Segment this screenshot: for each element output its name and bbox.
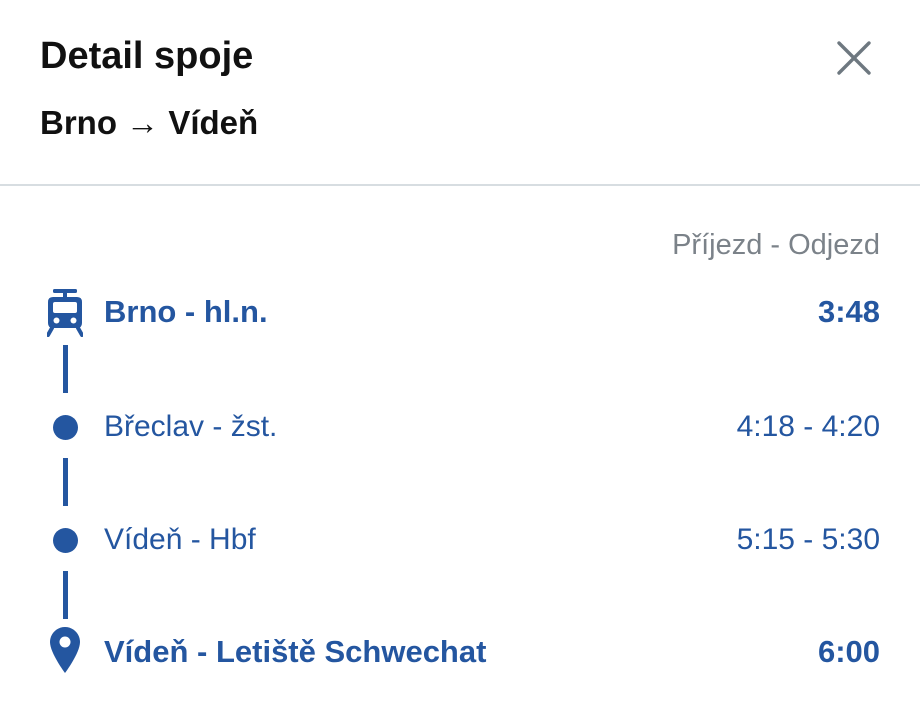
stop-name: Břeclav - žst. xyxy=(104,410,278,443)
close-button[interactable] xyxy=(826,30,882,86)
arrival-departure-header: Příjezd - Odjezd xyxy=(672,229,880,261)
close-icon xyxy=(837,41,871,75)
stop-time: 6:00 xyxy=(817,634,880,669)
stop-row: Vídeň - Letiště Schwechat 6:00 xyxy=(0,627,920,677)
stop-name: Vídeň - Letiště Schwechat xyxy=(104,634,487,669)
stop-row: Břeclav - žst. 4:18 - 4:20 xyxy=(0,402,920,452)
stop-row: Vídeň - Hbf 5:15 - 5:30 xyxy=(0,515,920,565)
stop-time: 5:15 - 5:30 xyxy=(736,523,880,556)
stop-time: 4:18 - 4:20 xyxy=(736,410,880,443)
stop-time: 3:48 xyxy=(817,294,880,329)
stop-name: Vídeň - Hbf xyxy=(104,523,256,556)
page-title: Detail spoje xyxy=(40,35,254,77)
dialog-header: Detail spoje Brno → Vídeň xyxy=(0,0,920,186)
timeline-connector xyxy=(63,345,68,393)
stop-name: Brno - hl.n. xyxy=(104,294,268,329)
stop-row: Brno - hl.n. 3:48 xyxy=(0,287,920,337)
timeline-connector xyxy=(63,458,68,506)
timeline-connector xyxy=(63,571,68,619)
route-title: Brno → Vídeň xyxy=(40,104,259,141)
